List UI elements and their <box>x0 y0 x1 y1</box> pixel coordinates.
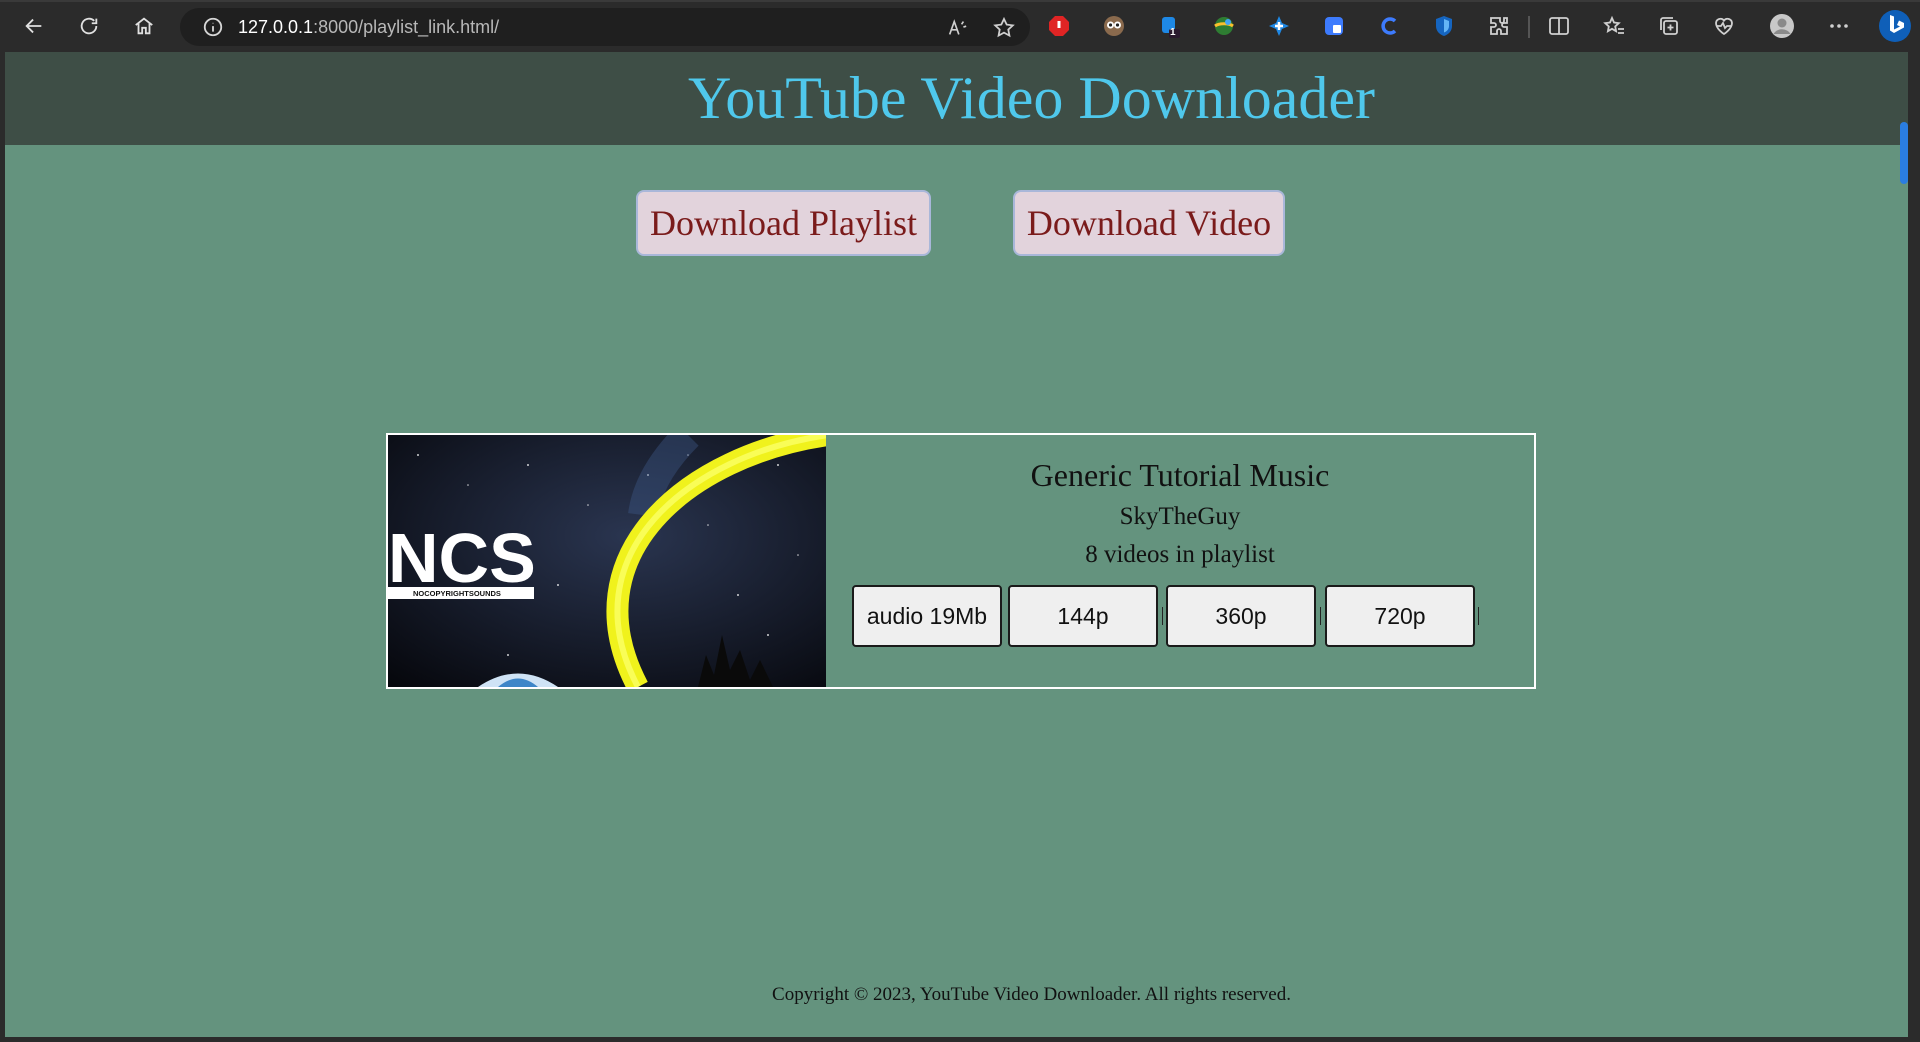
format-separator <box>1478 607 1479 625</box>
favorites-icon[interactable] <box>1600 12 1628 40</box>
plus-extension-icon[interactable] <box>1265 12 1293 40</box>
refresh-icon[interactable] <box>69 6 109 46</box>
playlist-thumbnail: NCS NOCOPYRIGHTSOUNDS <box>388 435 826 687</box>
toolbar-divider <box>1528 16 1530 38</box>
adblock-extension-icon[interactable] <box>1045 12 1073 40</box>
home-icon[interactable] <box>124 6 164 46</box>
c-extension-icon[interactable] <box>1375 12 1403 40</box>
format-options: audio 19Mb 144p 360p 720p <box>826 585 1534 647</box>
download-playlist-button[interactable]: Download Playlist <box>636 190 931 256</box>
format-separator <box>1162 607 1163 625</box>
site-title: YouTube Video Downloader <box>687 65 1375 131</box>
extension-badge: 1 <box>1170 27 1176 38</box>
url-text: 127.0.0.1:8000/playlist_link.html/ <box>238 17 499 38</box>
url-host: 127.0.0.1 <box>238 16 314 37</box>
copyright-footer: Copyright © 2023, YouTube Video Download… <box>772 984 1291 1005</box>
back-icon[interactable] <box>14 6 54 46</box>
thumbnail-subtitle: NOCOPYRIGHTSOUNDS <box>413 589 501 598</box>
profile-avatar-icon[interactable] <box>1768 12 1796 40</box>
format-audio-button[interactable]: audio 19Mb <box>852 585 1002 647</box>
playlist-info: Generic Tutorial Music SkyTheGuy 8 video… <box>826 435 1534 687</box>
collections-icon[interactable] <box>1655 12 1683 40</box>
browser-essentials-icon[interactable] <box>1710 12 1738 40</box>
owl-extension-icon[interactable] <box>1100 12 1128 40</box>
address-bar[interactable]: 127.0.0.1:8000/playlist_link.html/ <box>180 8 1030 46</box>
split-screen-icon[interactable] <box>1545 12 1573 40</box>
playlist-video-count: 8 videos in playlist <box>1085 541 1275 568</box>
format-144p-button[interactable]: 144p <box>1008 585 1158 647</box>
favorite-star-icon[interactable] <box>992 16 1016 40</box>
shield-extension-icon[interactable] <box>1430 12 1458 40</box>
playlist-channel: SkyTheGuy <box>1119 503 1241 530</box>
extensions-puzzle-icon[interactable] <box>1485 12 1513 40</box>
password-extension-icon[interactable]: 1 <box>1155 12 1183 40</box>
playlist-card: NCS NOCOPYRIGHTSOUNDS Generic Tutorial M… <box>386 433 1536 689</box>
bing-copilot-icon[interactable] <box>1878 8 1912 44</box>
info-icon[interactable] <box>202 16 224 38</box>
more-options-icon[interactable] <box>1825 12 1853 40</box>
format-360p-button[interactable]: 360p <box>1166 585 1316 647</box>
page-content: YouTube Video Downloader Download Playli… <box>5 52 1908 1037</box>
browser-toolbar: 127.0.0.1:8000/playlist_link.html/ 1 <box>0 0 1920 52</box>
playlist-title: Generic Tutorial Music <box>1030 457 1330 493</box>
square-extension-icon[interactable] <box>1320 12 1348 40</box>
format-separator <box>1320 607 1321 625</box>
globe-extension-icon[interactable] <box>1210 12 1238 40</box>
site-header: YouTube Video Downloader <box>5 52 1908 145</box>
thumbnail-logo: NCS <box>388 519 536 597</box>
format-720p-button[interactable]: 720p <box>1325 585 1475 647</box>
url-path: :8000/playlist_link.html/ <box>313 16 500 37</box>
scrollbar-thumb[interactable] <box>1900 122 1908 184</box>
thumbnail-image: NCS NOCOPYRIGHTSOUNDS <box>388 435 826 687</box>
download-video-button[interactable]: Download Video <box>1013 190 1285 256</box>
read-aloud-icon[interactable] <box>946 17 968 39</box>
tab-strip-edge <box>0 0 1920 2</box>
